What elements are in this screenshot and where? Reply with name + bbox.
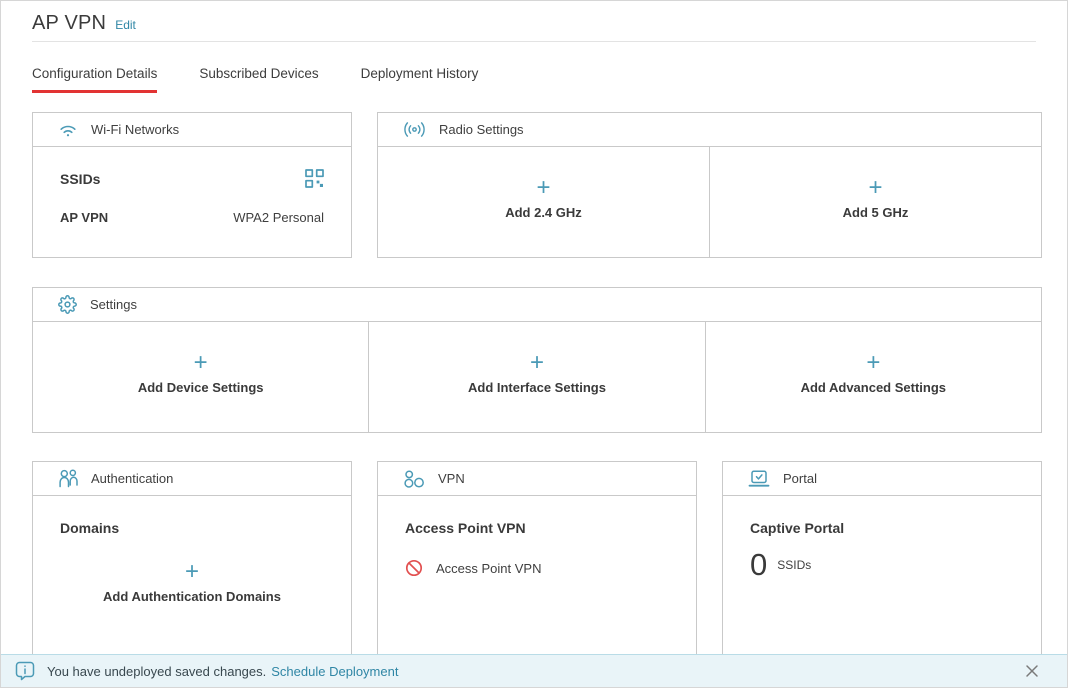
plus-icon: +: [868, 178, 882, 198]
plus-icon: +: [185, 562, 199, 582]
settings-card-title: Settings: [90, 297, 137, 312]
ssid-count-value: 0: [750, 549, 767, 580]
settings-card: Settings + Add Device Settings + Add Int…: [32, 287, 1042, 433]
ssid-name: AP VPN: [60, 210, 108, 225]
wifi-card-body: SSIDs AP VPN WPA2 Personal: [33, 147, 351, 225]
page-title: AP VPN: [32, 12, 106, 35]
vpn-card: VPN Access Point VPN Access Point VPN: [377, 461, 697, 657]
wifi-card-title: Wi-Fi Networks: [91, 122, 179, 137]
gear-icon: [58, 295, 77, 314]
authentication-card-title: Authentication: [91, 471, 173, 486]
captive-portal-label: Captive Portal: [750, 520, 1014, 536]
add-authentication-domains-label: Add Authentication Domains: [103, 589, 281, 604]
plus-icon: +: [866, 353, 880, 373]
access-point-vpn-item[interactable]: Access Point VPN: [405, 559, 669, 577]
vpn-card-body: Access Point VPN Access Point VPN: [378, 496, 696, 577]
configuration-page: AP VPN Edit Configuration Details Subscr…: [0, 0, 1068, 688]
authentication-card-header: Authentication: [33, 462, 351, 496]
portal-card: Portal Captive Portal 0 SSIDs: [722, 461, 1042, 657]
edit-link[interactable]: Edit: [115, 18, 136, 32]
wifi-card-header: Wi-Fi Networks: [33, 113, 351, 147]
plus-icon: +: [530, 353, 544, 373]
add-interface-settings-button[interactable]: + Add Interface Settings: [369, 322, 705, 432]
add-5ghz-label: Add 5 GHz: [843, 205, 909, 220]
access-point-vpn-item-label: Access Point VPN: [436, 561, 542, 576]
radio-settings-card: Radio Settings + Add 2.4 GHz + Add 5 GHz: [377, 112, 1042, 258]
info-icon: [15, 661, 35, 681]
tab-deployment-history[interactable]: Deployment History: [361, 66, 479, 93]
ssid-security: WPA2 Personal: [233, 210, 324, 225]
page-header: AP VPN Edit: [32, 12, 136, 35]
blocked-icon: [405, 559, 423, 577]
ssid-count-row: 0 SSIDs: [750, 549, 1014, 580]
tab-bar: Configuration Details Subscribed Devices…: [32, 66, 478, 93]
add-advanced-settings-button[interactable]: + Add Advanced Settings: [706, 322, 1041, 432]
header-divider: [32, 41, 1036, 42]
tab-subscribed-devices[interactable]: Subscribed Devices: [199, 66, 318, 93]
undeployed-changes-banner: You have undeployed saved changes. Sched…: [1, 654, 1067, 687]
radio-icon: [403, 121, 426, 138]
schedule-deployment-link[interactable]: Schedule Deployment: [271, 664, 398, 679]
vpn-nodes-icon: [403, 469, 425, 489]
ssid-row: AP VPN WPA2 Personal: [60, 210, 324, 225]
ssid-count-label: SSIDs: [777, 558, 811, 572]
portal-card-title: Portal: [783, 471, 817, 486]
settings-card-header: Settings: [33, 288, 1041, 322]
add-device-settings-button[interactable]: + Add Device Settings: [33, 322, 369, 432]
plus-icon: +: [194, 353, 208, 373]
add-device-settings-label: Add Device Settings: [138, 380, 264, 395]
close-icon[interactable]: [1025, 664, 1039, 678]
authentication-card: Authentication Domains + Add Authenticat…: [32, 461, 352, 657]
radio-card-title: Radio Settings: [439, 122, 524, 137]
plus-icon: +: [536, 178, 550, 198]
radio-card-body: + Add 2.4 GHz + Add 5 GHz: [378, 147, 1041, 257]
users-icon: [58, 469, 78, 488]
add-24ghz-label: Add 2.4 GHz: [505, 205, 582, 220]
ssids-label: SSIDs: [60, 171, 100, 187]
grid-manage-icon[interactable]: [305, 169, 324, 188]
access-point-vpn-label: Access Point VPN: [405, 520, 669, 536]
banner-message: You have undeployed saved changes.: [47, 664, 266, 679]
add-interface-settings-label: Add Interface Settings: [468, 380, 606, 395]
laptop-check-icon: [748, 470, 770, 487]
add-authentication-domains-button[interactable]: + Add Authentication Domains: [60, 562, 324, 604]
settings-card-body: + Add Device Settings + Add Interface Se…: [33, 322, 1041, 432]
wifi-icon: [58, 122, 78, 138]
vpn-card-title: VPN: [438, 471, 465, 486]
tab-configuration-details[interactable]: Configuration Details: [32, 66, 157, 93]
vpn-card-header: VPN: [378, 462, 696, 496]
wifi-networks-card: Wi-Fi Networks SSIDs AP VPN WPA2 Persona: [32, 112, 352, 258]
add-advanced-settings-label: Add Advanced Settings: [801, 380, 946, 395]
domains-label: Domains: [60, 520, 324, 536]
portal-card-body: Captive Portal 0 SSIDs: [723, 496, 1041, 580]
radio-card-header: Radio Settings: [378, 113, 1041, 147]
authentication-card-body: Domains + Add Authentication Domains: [33, 496, 351, 604]
add-5ghz-button[interactable]: + Add 5 GHz: [710, 147, 1041, 257]
portal-card-header: Portal: [723, 462, 1041, 496]
add-24ghz-button[interactable]: + Add 2.4 GHz: [378, 147, 710, 257]
